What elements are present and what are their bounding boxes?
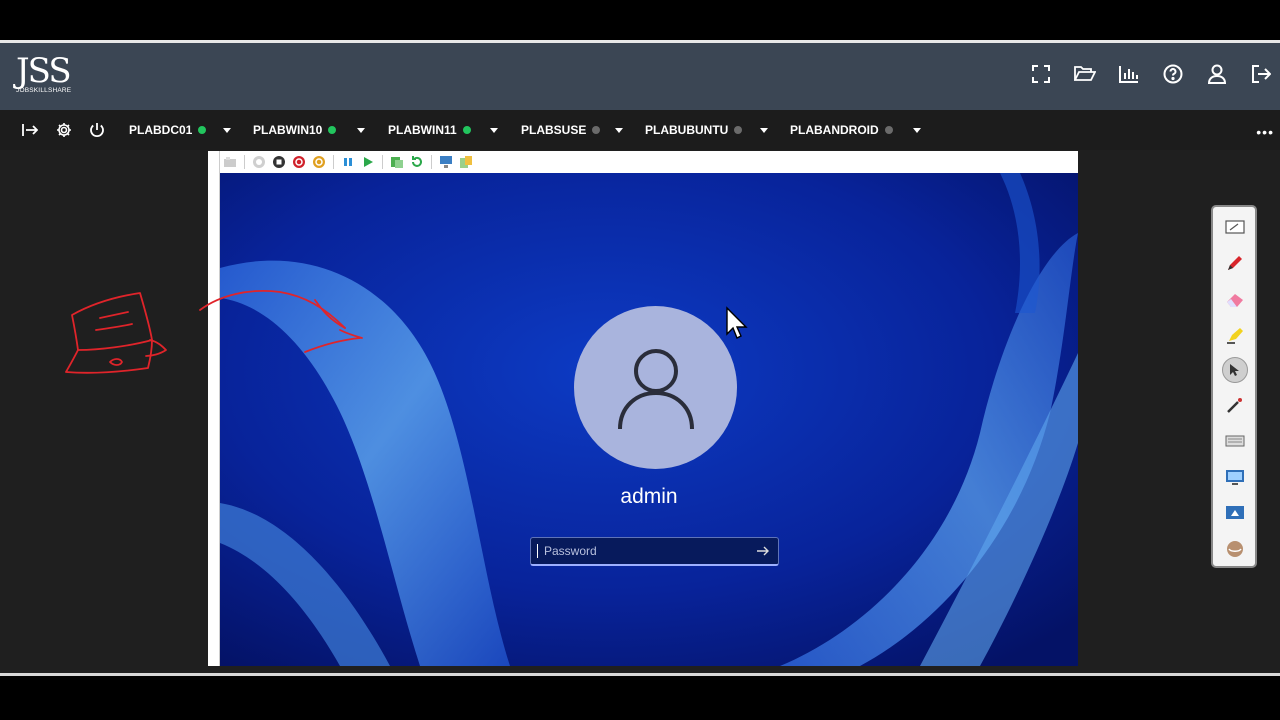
separator <box>431 155 432 169</box>
status-online-icon <box>462 126 471 134</box>
chevron-down-icon[interactable] <box>223 128 231 133</box>
settings-icon[interactable] <box>54 120 74 140</box>
chevron-down-icon[interactable] <box>615 128 623 133</box>
folder-open-icon[interactable] <box>1074 63 1096 85</box>
tab-plabwin10[interactable]: PLABWIN10 <box>253 118 365 142</box>
tab-label: PLABUBUNTU <box>645 123 729 137</box>
separator <box>244 155 245 169</box>
bar-chart-icon[interactable] <box>1118 63 1140 85</box>
pen-icon[interactable] <box>1223 251 1247 275</box>
annotation-palette <box>1211 205 1257 568</box>
vm-console: admin <box>208 151 1078 666</box>
hide-icon[interactable] <box>1223 537 1247 561</box>
logo-subtext: JOBSKILLSHARE <box>16 87 72 94</box>
status-online-icon <box>328 126 337 134</box>
status-offline-icon <box>592 126 601 134</box>
app-frame: JSS JOBSKILLSHARE PLABDC01 PLABWIN10 PLA… <box>0 40 1280 676</box>
revert-icon[interactable] <box>409 154 425 170</box>
whiteboard-icon[interactable] <box>1223 215 1247 239</box>
tab-label: PLABDC01 <box>129 123 193 137</box>
arrow-right-icon[interactable] <box>756 544 770 558</box>
tab-label: PLABWIN10 <box>253 123 323 137</box>
snapshot-icon[interactable] <box>389 154 405 170</box>
screen-share-icon[interactable] <box>1223 501 1247 525</box>
logout-icon[interactable] <box>1250 63 1272 85</box>
status-offline-icon <box>884 126 893 134</box>
status-offline-icon <box>734 126 743 134</box>
ctrl-alt-del-icon[interactable] <box>222 154 238 170</box>
sidebar-toggle-icon[interactable] <box>20 120 40 140</box>
keyboard-icon[interactable] <box>1223 429 1247 453</box>
password-field[interactable] <box>530 537 779 566</box>
chevron-down-icon[interactable] <box>913 128 921 133</box>
tab-label: PLABWIN11 <box>388 123 457 137</box>
screen-capture-icon[interactable] <box>1223 465 1247 489</box>
login-username: admin <box>620 485 678 508</box>
vm-control-toolbar <box>220 151 1078 173</box>
tab-plabandroid[interactable]: PLABANDROID <box>790 118 921 142</box>
save-state-icon[interactable] <box>311 154 327 170</box>
password-input[interactable] <box>537 544 747 558</box>
tab-plabsuse[interactable]: PLABSUSE <box>521 118 623 142</box>
status-online-icon <box>198 126 207 134</box>
chevron-down-icon[interactable] <box>490 128 498 133</box>
tab-plabdc01[interactable]: PLABDC01 <box>129 118 231 142</box>
power-icon[interactable] <box>87 120 107 140</box>
tab-plabubuntu[interactable]: PLABUBUNTU <box>645 118 768 142</box>
play-icon[interactable] <box>360 154 376 170</box>
vm-left-margin <box>208 151 220 666</box>
laser-pen-icon[interactable] <box>1223 393 1247 417</box>
chevron-down-icon[interactable] <box>760 128 768 133</box>
connect-icon[interactable] <box>438 154 454 170</box>
mouse-cursor-icon <box>725 306 749 345</box>
chevron-down-icon[interactable] <box>357 128 365 133</box>
vm-toolbar: PLABDC01 PLABWIN10 PLABWIN11 PLABSUSE PL… <box>0 110 1280 150</box>
tab-plabwin11[interactable]: PLABWIN11 <box>388 118 498 142</box>
separator <box>382 155 383 169</box>
header-actions <box>1030 63 1272 85</box>
user-avatar <box>574 306 737 469</box>
windows-lock-screen: admin <box>220 173 1078 666</box>
person-icon <box>617 348 694 429</box>
pointer-icon[interactable] <box>1222 357 1248 383</box>
shutdown-icon[interactable] <box>291 154 307 170</box>
enhanced-session-icon[interactable] <box>458 154 474 170</box>
jss-logo[interactable]: JSS JOBSKILLSHARE <box>16 53 88 101</box>
eraser-icon[interactable] <box>1223 287 1247 311</box>
pause-icon[interactable] <box>340 154 356 170</box>
tab-label: PLABSUSE <box>521 123 587 137</box>
separator <box>333 155 334 169</box>
user-icon[interactable] <box>1206 63 1228 85</box>
fullscreen-icon[interactable] <box>1030 63 1052 85</box>
main-content: admin <box>0 150 1280 673</box>
tab-label: PLABANDROID <box>790 123 879 137</box>
help-icon[interactable] <box>1162 63 1184 85</box>
app-header: JSS JOBSKILLSHARE <box>0 43 1280 110</box>
reset-icon[interactable] <box>251 154 267 170</box>
highlighter-icon[interactable] <box>1223 323 1247 347</box>
more-horizontal-icon[interactable]: ••• <box>1256 124 1274 140</box>
stop-icon[interactable] <box>271 154 287 170</box>
logo-text: JSS <box>16 51 72 91</box>
